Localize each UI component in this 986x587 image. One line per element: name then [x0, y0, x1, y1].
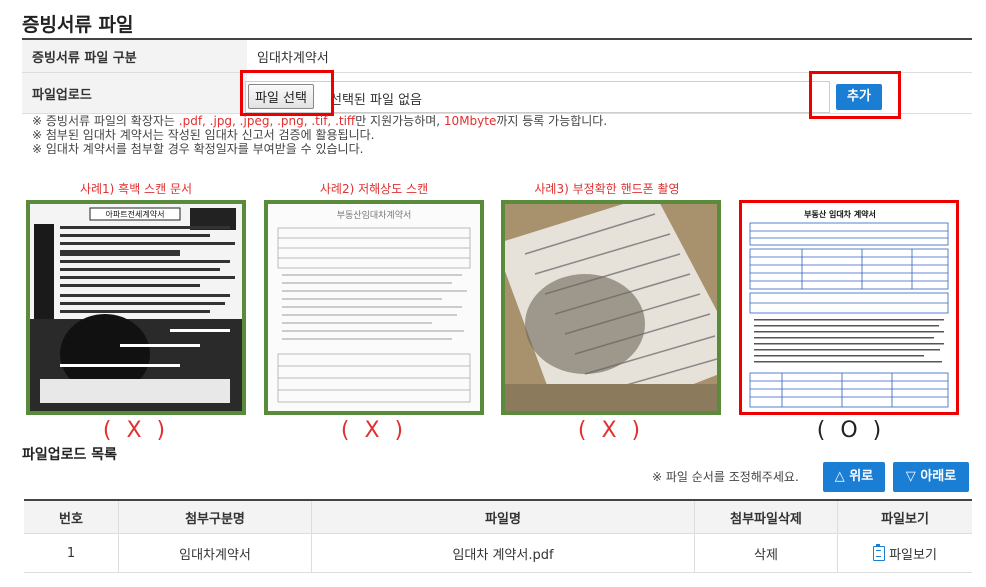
file-select-highlight	[240, 70, 334, 116]
table-header-row: 번호 첨부구분명 파일명 첨부파일삭제 파일보기	[24, 500, 972, 534]
example-label-3: 사례3) 부정확한 핸드폰 촬영	[534, 182, 680, 196]
col-header-delete: 첨부파일삭제	[694, 500, 838, 534]
example-image-low-res-scan: 부동산임대차계약서	[264, 200, 484, 415]
upload-label: 파일업로드	[22, 72, 247, 114]
view-file-link[interactable]: 파일보기	[837, 533, 972, 573]
upload-list-title: 파일업로드 목록	[22, 447, 118, 463]
example-mark-3: ( X )	[577, 418, 645, 443]
cell-filename: 임대차 계약서.pdf	[311, 533, 695, 573]
order-note: ※ 파일 순서를 조정해주세요.	[652, 470, 799, 484]
col-header-view: 파일보기	[837, 500, 972, 534]
clipboard-icon	[873, 543, 886, 561]
svg-text:부동산 임대차 계약서: 부동산 임대차 계약서	[804, 209, 876, 219]
note-line-3: ※ 임대차 계약서를 첨부할 경우 확정일자를 부여받을 수 있습니다.	[32, 142, 364, 156]
example-label-2: 사례2) 저해상도 스캔	[319, 182, 429, 196]
cell-category: 임대차계약서	[118, 533, 312, 573]
svg-text:부동산임대차계약서: 부동산임대차계약서	[337, 209, 412, 221]
example-mark-1: ( X )	[102, 418, 170, 443]
add-button-highlight	[809, 71, 901, 119]
example-mark-4: ( O )	[816, 418, 886, 443]
note-line-1: ※ 증빙서류 파일의 확장자는 .pdf, .jpg, .jpeg, .png,…	[32, 114, 608, 128]
col-header-no: 번호	[24, 500, 119, 534]
section-title: 증빙서류 파일	[22, 14, 134, 36]
category-value: 임대차계약서	[247, 39, 972, 73]
example-image-bw-scan: 아파트전세계약서	[26, 200, 246, 415]
example-image-correct: 부동산 임대차 계약서	[739, 200, 959, 415]
category-label: 증빙서류 파일 구분	[22, 39, 247, 73]
col-header-filename: 파일명	[311, 500, 695, 534]
table-row: 1 임대차계약서 임대차 계약서.pdf 삭제 파일보기	[24, 533, 972, 573]
col-header-category: 첨부구분명	[118, 500, 312, 534]
file-status-text: 선택된 파일 없음	[330, 93, 422, 108]
delete-link[interactable]: 삭제	[694, 533, 838, 573]
upload-notes: ※ 증빙서류 파일의 확장자는 .pdf, .jpg, .jpeg, .png,…	[32, 114, 607, 156]
move-down-button[interactable]: ▽ 아래로	[893, 462, 969, 492]
svg-text:아파트전세계약서: 아파트전세계약서	[106, 209, 165, 219]
cell-no: 1	[24, 533, 119, 573]
example-label-1: 사례1) 흑백 스캔 문서	[79, 182, 193, 196]
example-mark-2: ( X )	[340, 418, 408, 443]
upload-list-table: 번호 첨부구분명 파일명 첨부파일삭제 파일보기 1 임대차계약서 임대차 계약…	[24, 499, 972, 573]
example-image-phone-photo	[501, 200, 721, 415]
move-up-button[interactable]: △ 위로	[823, 462, 885, 492]
note-line-2: ※ 첨부된 임대차 계약서는 작성된 임대차 신고서 검증에 활용됩니다.	[32, 128, 375, 142]
